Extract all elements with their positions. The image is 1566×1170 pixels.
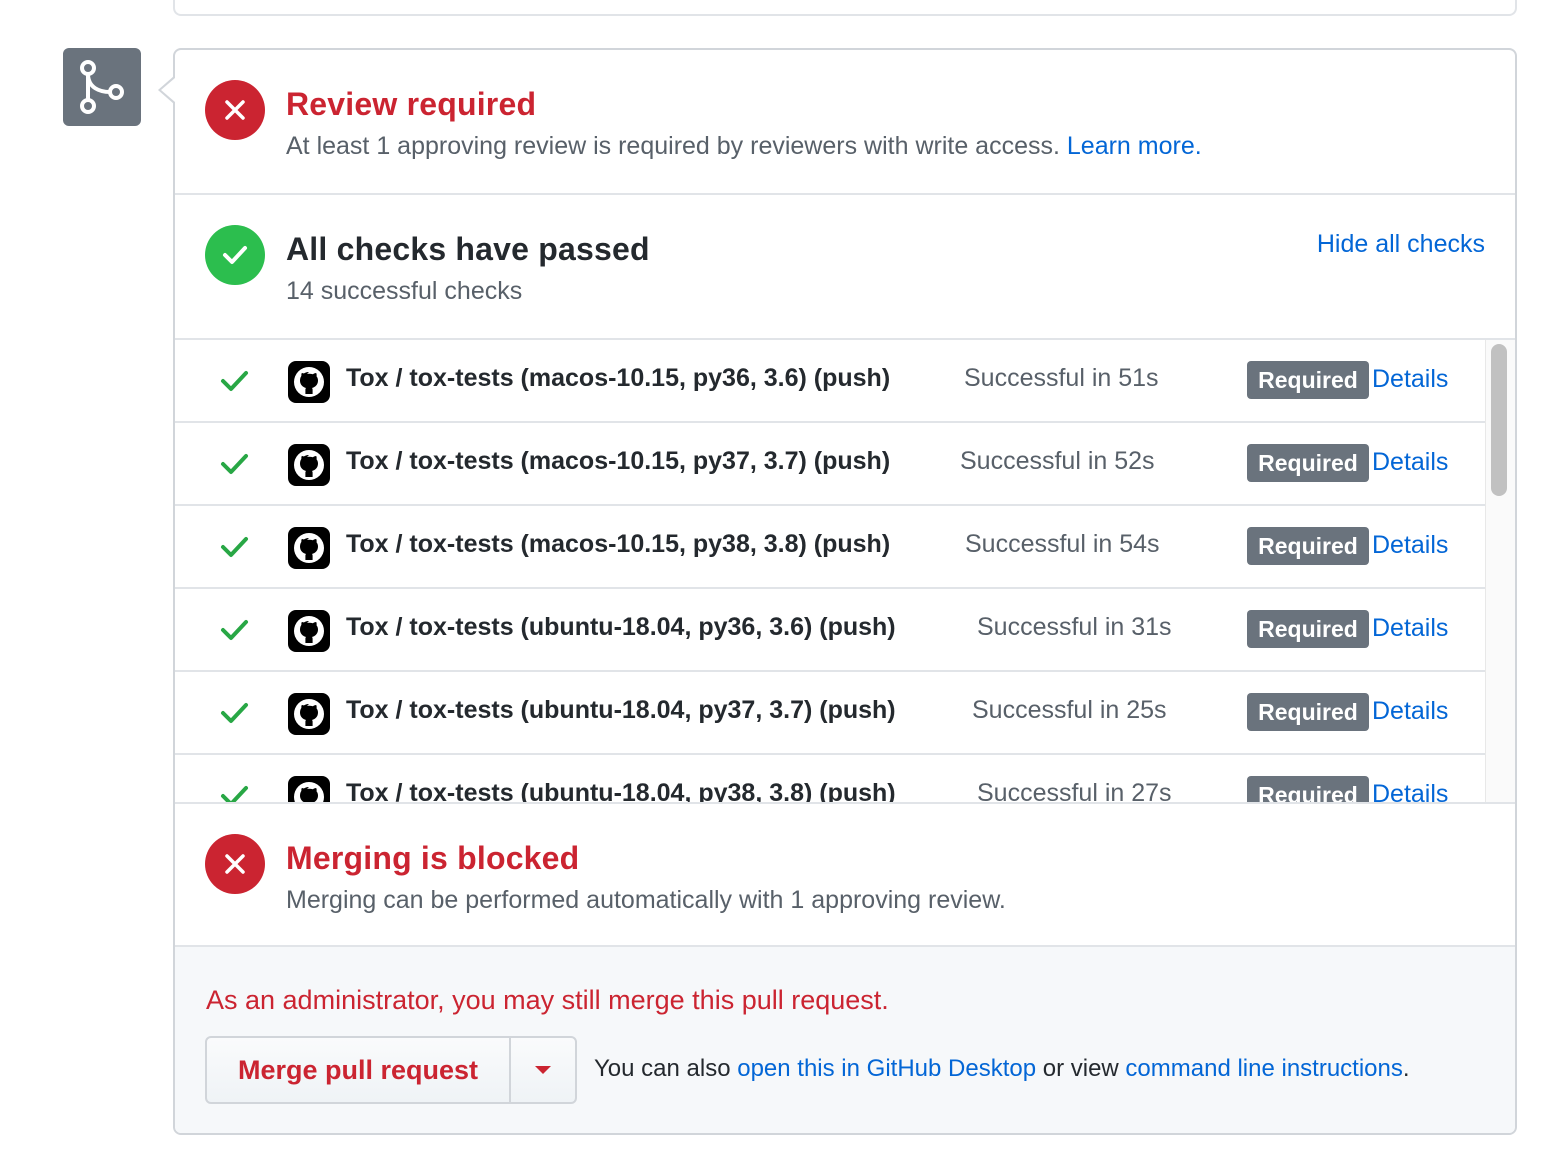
- required-badge: Required: [1247, 527, 1369, 565]
- also-prefix: You can also: [594, 1055, 738, 1082]
- github-logo-icon: [288, 361, 330, 403]
- check-status: Successful in 52s: [960, 447, 1155, 475]
- checks-list[interactable]: Tox / tox-tests (macos-10.15, py36, 3.6)…: [175, 340, 1515, 802]
- learn-more-link[interactable]: Learn more.: [1067, 132, 1202, 160]
- check-status: Successful in 31s: [977, 613, 1172, 641]
- check-name: Tox / tox-tests (ubuntu-18.04, py37, 3.7…: [346, 696, 896, 724]
- check-status: Successful in 51s: [964, 364, 1159, 392]
- merging-blocked-section: Merging is blocked Merging can be perfor…: [175, 802, 1515, 947]
- x-circle-icon: [205, 80, 265, 140]
- check-row: Tox / tox-tests (macos-10.15, py36, 3.6)…: [175, 340, 1486, 423]
- github-logo-icon: [288, 444, 330, 486]
- check-status: Successful in 25s: [972, 696, 1167, 724]
- alternative-merge-text: You can also open this in GitHub Desktop…: [594, 1055, 1410, 1083]
- check-name: Tox / tox-tests (macos-10.15, py36, 3.6)…: [346, 364, 891, 392]
- merging-blocked-title: Merging is blocked: [286, 840, 580, 876]
- details-link[interactable]: Details: [1372, 614, 1448, 643]
- required-badge: Required: [1247, 610, 1369, 648]
- check-icon: [221, 703, 248, 723]
- checks-subtitle: 14 successful checks: [286, 277, 523, 305]
- details-link[interactable]: Details: [1372, 780, 1448, 802]
- check-name: Tox / tox-tests (ubuntu-18.04, py38, 3.8…: [346, 779, 896, 802]
- box-pointer-inner: [161, 78, 175, 102]
- merge-status-box: Review required At least 1 approving rev…: [173, 48, 1517, 1135]
- check-icon: [221, 786, 248, 802]
- github-logo-icon: [288, 527, 330, 569]
- hide-all-checks-link[interactable]: Hide all checks: [1317, 230, 1485, 259]
- check-name: Tox / tox-tests (ubuntu-18.04, py36, 3.6…: [346, 613, 896, 641]
- admin-merge-section: As an administrator, you may still merge…: [175, 947, 1515, 1133]
- check-icon: [221, 620, 248, 640]
- command-line-instructions-link[interactable]: command line instructions: [1125, 1055, 1402, 1082]
- check-icon: [221, 537, 248, 557]
- check-name: Tox / tox-tests (macos-10.15, py37, 3.7)…: [346, 447, 891, 475]
- check-row: Tox / tox-tests (macos-10.15, py38, 3.8)…: [175, 506, 1486, 589]
- review-description-text: At least 1 approving review is required …: [286, 132, 1060, 160]
- checks-scrollbar[interactable]: [1485, 340, 1515, 802]
- also-suffix: .: [1402, 1055, 1410, 1082]
- check-status: Successful in 27s: [977, 779, 1172, 802]
- check-row: Tox / tox-tests (ubuntu-18.04, py37, 3.7…: [175, 672, 1486, 755]
- review-required-section: Review required At least 1 approving rev…: [175, 50, 1515, 195]
- checks-title: All checks have passed: [286, 231, 650, 267]
- triangle-down-icon: [535, 1066, 551, 1074]
- merge-options-dropdown[interactable]: [511, 1038, 575, 1102]
- github-logo-icon: [288, 610, 330, 652]
- merging-blocked-description: Merging can be performed automatically w…: [286, 886, 1006, 914]
- check-row: Tox / tox-tests (ubuntu-18.04, py36, 3.6…: [175, 589, 1486, 672]
- github-logo-icon: [288, 693, 330, 735]
- github-logo-icon: [288, 776, 330, 802]
- check-status: Successful in 54s: [965, 530, 1160, 558]
- check-circle-icon: [205, 225, 265, 285]
- admin-notice: As an administrator, you may still merge…: [206, 985, 889, 1015]
- required-badge: Required: [1247, 693, 1369, 731]
- required-badge: Required: [1247, 444, 1369, 482]
- merge-pull-request-button[interactable]: Merge pull request: [207, 1038, 511, 1102]
- details-link[interactable]: Details: [1372, 697, 1448, 726]
- required-badge: Required: [1247, 776, 1369, 802]
- check-name: Tox / tox-tests (macos-10.15, py38, 3.8)…: [346, 530, 891, 558]
- x-circle-icon: [205, 834, 265, 894]
- details-link[interactable]: Details: [1372, 531, 1448, 560]
- check-icon: [221, 371, 248, 391]
- github-desktop-link[interactable]: open this in GitHub Desktop: [737, 1055, 1036, 1082]
- check-row: Tox / tox-tests (ubuntu-18.04, py38, 3.8…: [175, 755, 1486, 802]
- scrollbar-thumb[interactable]: [1491, 344, 1507, 496]
- check-icon: [221, 454, 248, 474]
- required-badge: Required: [1247, 361, 1369, 399]
- also-middle: or view: [1036, 1055, 1126, 1082]
- details-link[interactable]: Details: [1372, 365, 1448, 394]
- review-required-description: At least 1 approving review is required …: [286, 132, 1202, 161]
- review-required-title: Review required: [286, 86, 537, 122]
- previous-timeline-box: [173, 0, 1517, 16]
- merge-button-group: Merge pull request: [205, 1036, 577, 1104]
- git-merge-icon: [63, 48, 141, 126]
- checks-summary-section: All checks have passed 14 successful che…: [175, 195, 1515, 340]
- check-row: Tox / tox-tests (macos-10.15, py37, 3.7)…: [175, 423, 1486, 506]
- details-link[interactable]: Details: [1372, 448, 1448, 477]
